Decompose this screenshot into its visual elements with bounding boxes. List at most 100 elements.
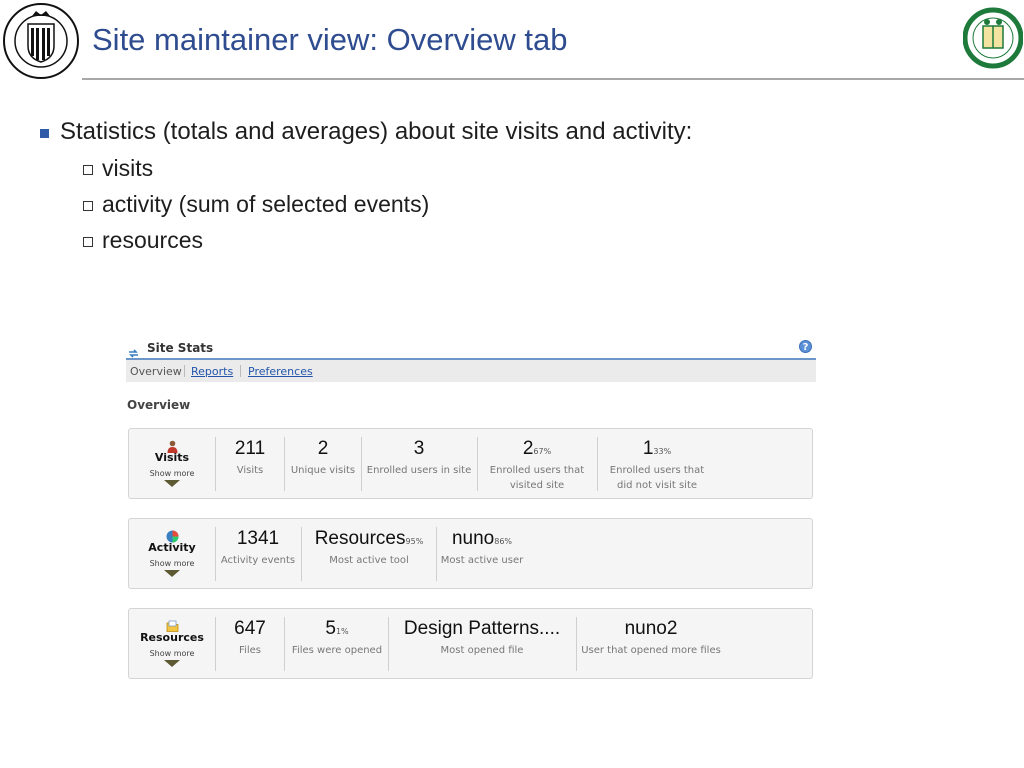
bullet-list: Statistics (totals and averages) about s… xyxy=(40,118,692,254)
column-divider xyxy=(215,437,216,491)
column-divider xyxy=(477,437,478,491)
visits-summary: Visits Show more xyxy=(129,429,215,498)
stat-percent: 67% xyxy=(533,447,552,456)
help-icon[interactable]: ? xyxy=(799,340,812,353)
resources-summary: Resources Show more xyxy=(129,609,215,678)
stat-value: Design Patterns.... xyxy=(403,618,561,639)
stat-most-active-tool: Resources95% Most active tool xyxy=(303,528,435,568)
stat-files-opened: 51% Files were opened xyxy=(286,618,388,658)
stat-value: 1341 xyxy=(236,528,280,549)
column-divider xyxy=(215,527,216,581)
stat-percent: 1% xyxy=(335,627,349,636)
bullet-main-text: Statistics (totals and averages) about s… xyxy=(60,118,693,145)
widget-title: Site Stats xyxy=(147,341,214,355)
tab-separator xyxy=(240,365,241,377)
expand-triangle-icon[interactable] xyxy=(164,570,180,577)
column-divider xyxy=(436,527,437,581)
stat-unique-visits: 2 Unique visits xyxy=(287,438,359,478)
stat-most-opened-file: Design Patterns.... Most opened file xyxy=(390,618,574,658)
stat-value: nuno2 xyxy=(624,618,678,639)
stat-enrolled-users: 3 Enrolled users in site xyxy=(363,438,475,478)
visits-panel: Visits Show more 211 Visits 2 Unique vis… xyxy=(128,428,813,499)
stat-files: 647 Files xyxy=(217,618,283,658)
site-stats-refresh-icon xyxy=(128,344,139,358)
bullet-sub-text: resources xyxy=(102,227,203,253)
stat-activity-events: 1341 Activity events xyxy=(217,528,299,568)
square-bullet-icon xyxy=(40,129,49,138)
stat-value: 5 xyxy=(325,618,336,639)
hollow-square-bullet-icon xyxy=(83,237,93,247)
stat-label-line2: did not visit site xyxy=(616,480,698,491)
widget-title-bar: Site Stats ? xyxy=(126,338,816,358)
stat-label: Enrolled users that xyxy=(489,465,585,476)
column-divider xyxy=(361,437,362,491)
fernando-pessoa-university-logo xyxy=(962,2,1024,76)
stat-enrolled-visited: 267% Enrolled users that visited site xyxy=(479,438,595,493)
site-stats-widget: Site Stats ? Overview Reports Preference… xyxy=(126,338,816,688)
stat-value: Resources xyxy=(314,528,406,549)
activity-panel: Activity Show more 1341 Activity events … xyxy=(128,518,813,589)
stat-label: Most opened file xyxy=(440,645,524,656)
tab-reports[interactable]: Reports xyxy=(191,365,233,378)
show-more-link[interactable]: Show more xyxy=(129,559,215,568)
column-divider xyxy=(388,617,389,671)
show-more-link[interactable]: Show more xyxy=(129,469,215,478)
expand-triangle-icon[interactable] xyxy=(164,660,180,667)
pie-chart-icon xyxy=(166,528,179,543)
bullet-sub-activity: activity (sum of selected events) xyxy=(40,191,692,218)
expand-triangle-icon[interactable] xyxy=(164,480,180,487)
tab-preferences[interactable]: Preferences xyxy=(248,365,313,378)
hollow-square-bullet-icon xyxy=(83,165,93,175)
resources-label: Resources xyxy=(140,631,204,644)
stat-value: 3 xyxy=(413,438,425,459)
resources-panel: Resources Show more 647 Files 51% Files … xyxy=(128,608,813,679)
stat-label: Unique visits xyxy=(290,465,356,476)
stat-label: Activity events xyxy=(220,555,296,566)
stat-percent: 86% xyxy=(494,537,513,546)
tab-overview[interactable]: Overview xyxy=(130,365,182,378)
stat-label-line2: visited site xyxy=(509,480,565,491)
stat-visits: 211 Visits xyxy=(219,438,281,478)
stat-value: 1 xyxy=(642,438,654,459)
user-visits-icon xyxy=(166,438,179,453)
stat-value: nuno xyxy=(451,528,495,549)
folder-icon xyxy=(166,618,179,632)
activity-label: Activity xyxy=(148,541,196,554)
stat-label: Enrolled users in site xyxy=(366,465,472,476)
column-divider xyxy=(284,617,285,671)
bullet-sub-resources: resources xyxy=(40,227,692,254)
stat-percent: 33% xyxy=(653,447,672,456)
bullet-main: Statistics (totals and averages) about s… xyxy=(40,118,692,146)
stat-percent: 95% xyxy=(405,537,424,546)
column-divider xyxy=(576,617,577,671)
column-divider xyxy=(215,617,216,671)
stat-value: 211 xyxy=(234,438,266,459)
tab-separator xyxy=(184,365,185,377)
stat-label: Most active tool xyxy=(329,555,409,566)
stat-most-active-user: nuno86% Most active user xyxy=(439,528,525,568)
stat-label: Most active user xyxy=(440,555,524,566)
column-divider xyxy=(284,437,285,491)
overview-heading: Overview xyxy=(127,398,191,412)
column-divider xyxy=(301,527,302,581)
hollow-square-bullet-icon xyxy=(83,201,93,211)
slide-title: Site maintainer view: Overview tab xyxy=(92,22,568,57)
visits-label: Visits xyxy=(154,451,190,464)
stat-label: User that opened more files xyxy=(581,645,721,656)
title-divider xyxy=(82,78,1024,80)
bullet-sub-visits: visits xyxy=(40,155,692,182)
stat-value: 647 xyxy=(234,618,266,639)
university-seal-logo xyxy=(2,2,80,80)
stat-label: Visits xyxy=(236,465,264,476)
stat-enrolled-not-visited: 133% Enrolled users that did not visit s… xyxy=(599,438,715,493)
stat-label: Enrolled users that xyxy=(609,465,705,476)
activity-summary: Activity Show more xyxy=(129,519,215,588)
bullet-sub-text: activity (sum of selected events) xyxy=(102,191,430,217)
stat-top-file-opener: nuno2 User that opened more files xyxy=(578,618,724,658)
tab-bar: Overview Reports Preferences xyxy=(126,360,816,382)
stat-value: 2 xyxy=(317,438,329,459)
stat-label: Files xyxy=(239,645,261,656)
bullet-sub-text: visits xyxy=(102,155,154,181)
stat-value: 2 xyxy=(522,438,534,459)
show-more-link[interactable]: Show more xyxy=(129,649,215,658)
